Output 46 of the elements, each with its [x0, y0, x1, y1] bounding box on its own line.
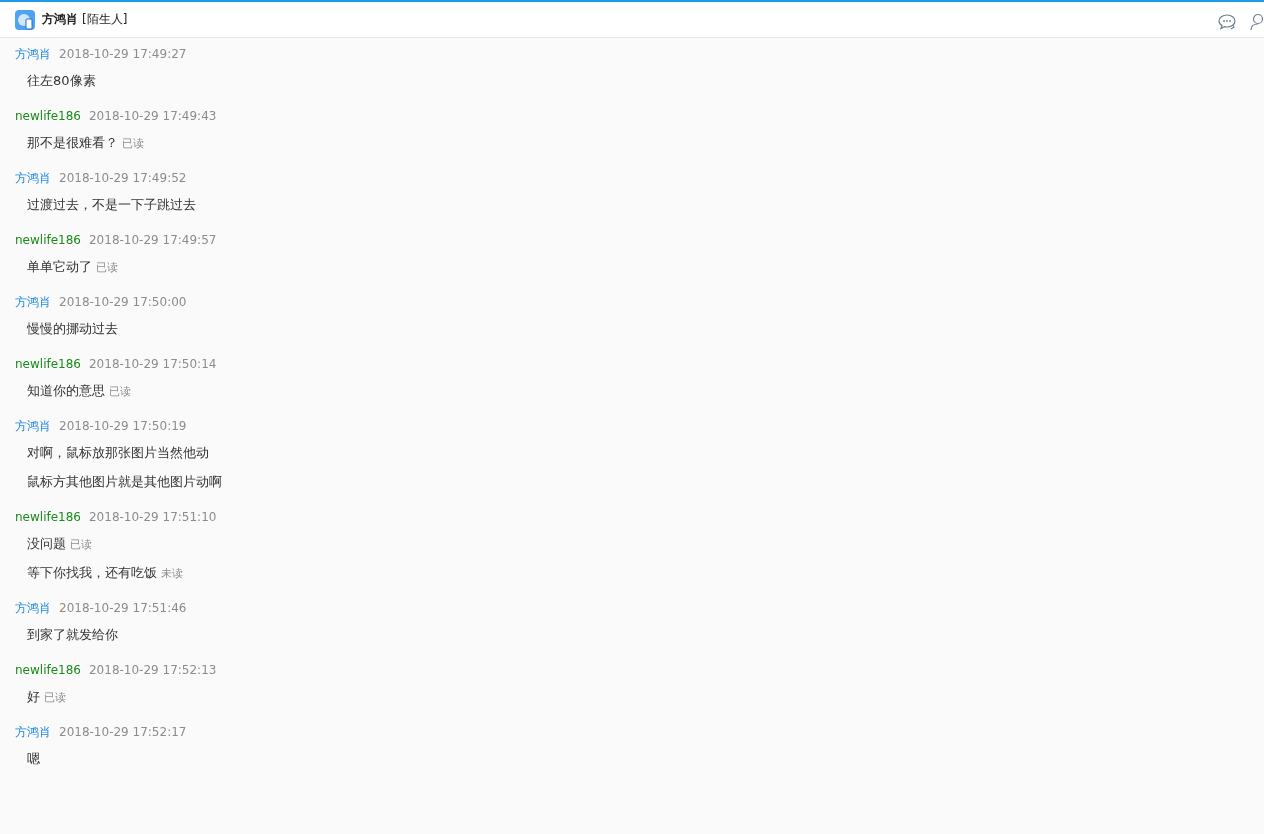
chat-bubble-icon[interactable] [1218, 12, 1238, 31]
message-time: 2018-10-29 17:52:13 [89, 663, 217, 677]
sender-name: 方鸿肖 [15, 723, 51, 741]
sender-name: 方鸿肖 [15, 599, 51, 617]
read-status: 已读 [96, 259, 118, 275]
message-text: 慢慢的挪动过去 [27, 320, 118, 338]
sender-name: 方鸿肖 [15, 169, 51, 187]
contact-tag: [陌生人] [82, 11, 128, 28]
message-text: 对啊，鼠标放那张图片当然他动 [27, 444, 209, 462]
message-text: 嗯 [27, 750, 40, 768]
message-time: 2018-10-29 17:51:46 [59, 601, 187, 615]
message-time: 2018-10-29 17:50:19 [59, 419, 187, 433]
message-time: 2018-10-29 17:49:52 [59, 171, 187, 185]
sender-name: 方鸿肖 [15, 293, 51, 311]
message-text: 单单它动了 [27, 258, 92, 276]
sender-name: newlife186 [15, 357, 81, 371]
message-text: 往左80像素 [27, 72, 96, 90]
sender-name: newlife186 [15, 109, 81, 123]
sender-name: newlife186 [15, 510, 81, 524]
message-time: 2018-10-29 17:49:27 [59, 47, 187, 61]
message-time: 2018-10-29 17:50:14 [89, 357, 217, 371]
message-text: 鼠标方其他图片就是其他图片动啊 [27, 473, 222, 491]
message-text: 知道你的意思 [27, 382, 105, 400]
phone-avatar-icon [15, 9, 35, 30]
message-time: 2018-10-29 17:51:10 [89, 510, 217, 524]
message-text: 那不是很难看？ [27, 134, 118, 152]
message-time: 2018-10-29 17:52:17 [59, 725, 187, 739]
message-time: 2018-10-29 17:49:43 [89, 109, 217, 123]
sender-name: 方鸿肖 [15, 45, 51, 63]
read-status: 已读 [70, 536, 92, 552]
message-text: 等下你找我，还有吃饭 [27, 564, 157, 582]
message-text: 到家了就发给你 [27, 626, 118, 644]
read-status: 已读 [44, 689, 66, 705]
message-text: 好 [27, 688, 40, 706]
read-status: 已读 [109, 383, 131, 399]
read-status: 未读 [161, 565, 183, 581]
contact-name: 方鸿肖 [42, 11, 78, 28]
person-icon[interactable] [1250, 12, 1264, 31]
read-status: 已读 [122, 135, 144, 151]
sender-name: newlife186 [15, 233, 81, 247]
sender-name: 方鸿肖 [15, 417, 51, 435]
message-time: 2018-10-29 17:50:00 [59, 295, 187, 309]
message-time: 2018-10-29 17:49:57 [89, 233, 217, 247]
message-text: 没问题 [27, 535, 66, 553]
message-text: 过渡过去，不是一下子跳过去 [27, 196, 196, 214]
sender-name: newlife186 [15, 663, 81, 677]
